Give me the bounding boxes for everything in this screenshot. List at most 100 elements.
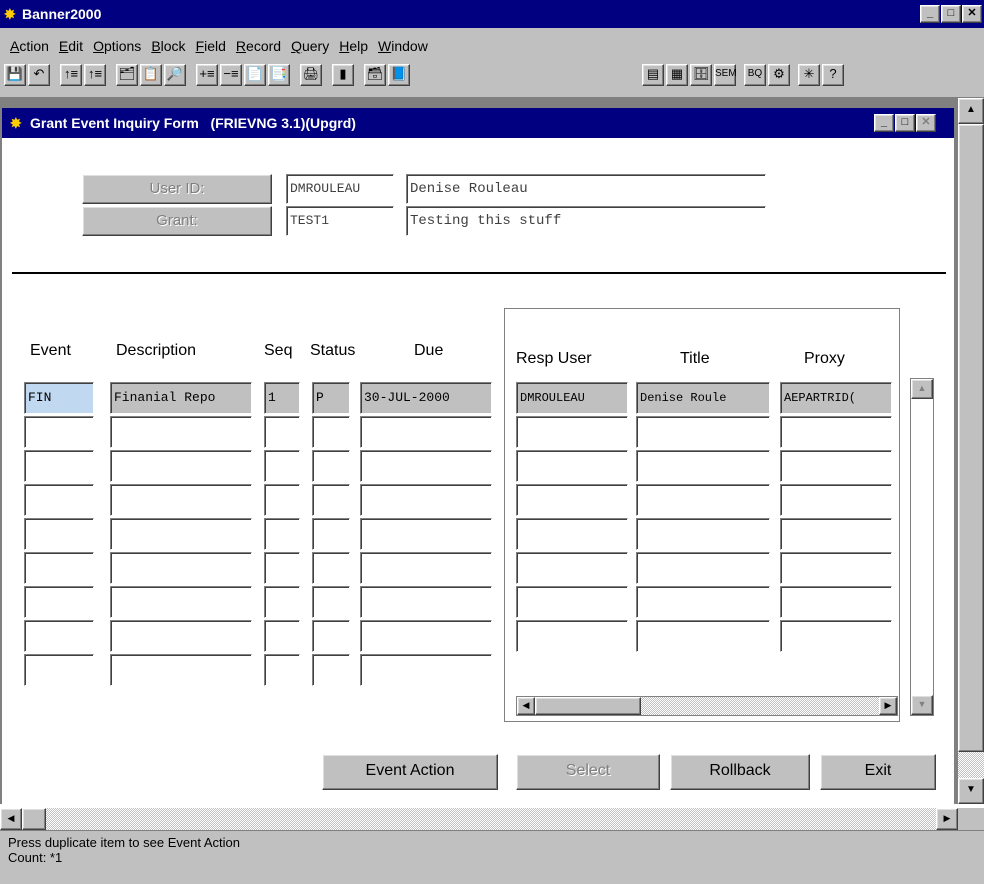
event-due-cell[interactable]: 30-JUL-2000 <box>360 382 492 414</box>
menu-item-block[interactable]: Block <box>151 38 185 54</box>
form-maximize-button[interactable]: □ <box>895 114 915 132</box>
event-description-cell[interactable] <box>110 586 252 618</box>
event-description-cell[interactable] <box>110 654 252 686</box>
event-action-button[interactable]: Event Action <box>322 754 498 790</box>
resp-title-cell[interactable] <box>636 620 770 652</box>
event-description-cell[interactable] <box>110 518 252 550</box>
menu-item-help[interactable]: Help <box>339 38 368 54</box>
event-due-cell[interactable] <box>360 416 492 448</box>
options-icon[interactable]: ✳ <box>798 64 820 86</box>
bq-icon[interactable]: BQ <box>744 64 766 86</box>
next-block-icon[interactable]: ↑≡ <box>84 64 106 86</box>
grant-code-field[interactable]: TEST1 <box>286 206 394 236</box>
event-description-cell[interactable] <box>110 416 252 448</box>
event-description-cell[interactable] <box>110 620 252 652</box>
rollback-button[interactable]: Rollback <box>670 754 810 790</box>
help-icon[interactable]: ? <box>822 64 844 86</box>
event-event-cell[interactable]: FIN <box>24 382 94 414</box>
hscroll-thumb[interactable] <box>535 697 641 715</box>
event-event-cell[interactable] <box>24 416 94 448</box>
resp-title-cell[interactable] <box>636 416 770 448</box>
hscroll-main-thumb[interactable] <box>22 808 46 830</box>
workspace-vscrollbar[interactable]: ▲ ▼ <box>958 98 984 804</box>
event-due-cell[interactable] <box>360 484 492 516</box>
records-scroll-down[interactable]: ▼ <box>911 695 933 715</box>
event-event-cell[interactable] <box>24 552 94 584</box>
resp-user-cell[interactable] <box>516 484 628 516</box>
resp-title-cell[interactable] <box>636 484 770 516</box>
search-icon[interactable]: 🔎 <box>164 64 186 86</box>
resp-user-cell[interactable] <box>516 518 628 550</box>
resp-user-cell[interactable] <box>516 552 628 584</box>
menu-item-edit[interactable]: Edit <box>59 38 83 54</box>
organizer-icon[interactable]: 🗄 <box>690 64 712 86</box>
resp-proxy-cell[interactable]: AEPARTRID( <box>780 382 892 414</box>
resp-title-cell[interactable] <box>636 552 770 584</box>
event-status-cell[interactable] <box>312 518 350 550</box>
event-event-cell[interactable] <box>24 484 94 516</box>
event-due-cell[interactable] <box>360 552 492 584</box>
resp-user-cell[interactable] <box>516 450 628 482</box>
resp-title-cell[interactable]: Denise Roule <box>636 382 770 414</box>
form-minimize-button[interactable]: _ <box>874 114 894 132</box>
event-status-cell[interactable]: P <box>312 382 350 414</box>
form-icon[interactable]: 🗃 <box>364 64 386 86</box>
undo-icon[interactable]: ↶ <box>28 64 50 86</box>
menu-item-record[interactable]: Record <box>236 38 281 54</box>
query-icon[interactable]: 🗂 <box>116 64 138 86</box>
refresh-icon[interactable]: ⚙ <box>768 64 790 86</box>
list-icon[interactable]: 📋 <box>140 64 162 86</box>
menu-item-options[interactable]: Options <box>93 38 141 54</box>
resp-title-cell[interactable] <box>636 450 770 482</box>
event-event-cell[interactable] <box>24 450 94 482</box>
event-due-cell[interactable] <box>360 654 492 686</box>
event-description-cell[interactable] <box>110 450 252 482</box>
menu-item-window[interactable]: Window <box>378 38 428 54</box>
event-description-cell[interactable]: Finanial Repo <box>110 382 252 414</box>
event-event-cell[interactable] <box>24 518 94 550</box>
event-due-cell[interactable] <box>360 518 492 550</box>
scroll-right-button[interactable]: ▶ <box>879 697 897 715</box>
event-status-cell[interactable] <box>312 654 350 686</box>
event-seq-cell[interactable] <box>264 484 300 516</box>
select-button[interactable]: Select <box>516 754 660 790</box>
scroll-down-button[interactable]: ▼ <box>958 778 984 804</box>
event-due-cell[interactable] <box>360 586 492 618</box>
help-book-icon[interactable]: 📘 <box>388 64 410 86</box>
event-status-cell[interactable] <box>312 450 350 482</box>
scroll-thumb[interactable] <box>958 124 984 752</box>
event-event-cell[interactable] <box>24 620 94 652</box>
resp-proxy-cell[interactable] <box>780 518 892 550</box>
event-status-cell[interactable] <box>312 586 350 618</box>
hscroll-right-button[interactable]: ▶ <box>936 808 958 830</box>
event-seq-cell[interactable] <box>264 552 300 584</box>
resp-user-cell[interactable]: DMROULEAU <box>516 382 628 414</box>
event-status-cell[interactable] <box>312 484 350 516</box>
save-icon[interactable]: 💾 <box>4 64 26 86</box>
resp-user-cell[interactable] <box>516 416 628 448</box>
user-id-field[interactable]: DMROULEAU <box>286 174 394 204</box>
records-scroll-up[interactable]: ▲ <box>911 379 933 399</box>
resp-proxy-cell[interactable] <box>780 450 892 482</box>
resp-user-cell[interactable] <box>516 620 628 652</box>
calculator-icon[interactable]: ▤ <box>642 64 664 86</box>
scroll-up-button[interactable]: ▲ <box>958 98 984 124</box>
event-seq-cell[interactable]: 1 <box>264 382 300 414</box>
resp-proxy-cell[interactable] <box>780 416 892 448</box>
resp-proxy-cell[interactable] <box>780 484 892 516</box>
sem-icon[interactable]: SEM <box>714 64 737 86</box>
resp-user-cell[interactable] <box>516 586 628 618</box>
event-status-cell[interactable] <box>312 620 350 652</box>
resp-proxy-cell[interactable] <box>780 552 892 584</box>
event-due-cell[interactable] <box>360 450 492 482</box>
event-status-cell[interactable] <box>312 416 350 448</box>
event-event-cell[interactable] <box>24 586 94 618</box>
hscroll-left-button[interactable]: ◀ <box>0 808 22 830</box>
event-seq-cell[interactable] <box>264 416 300 448</box>
remove-record-icon[interactable]: −≡ <box>220 64 242 86</box>
paste-icon[interactable]: 📑 <box>268 64 290 86</box>
calendar-icon[interactable]: ▦ <box>666 64 688 86</box>
resp-title-cell[interactable] <box>636 586 770 618</box>
close-button[interactable]: ✕ <box>962 5 982 23</box>
resp-proxy-cell[interactable] <box>780 586 892 618</box>
